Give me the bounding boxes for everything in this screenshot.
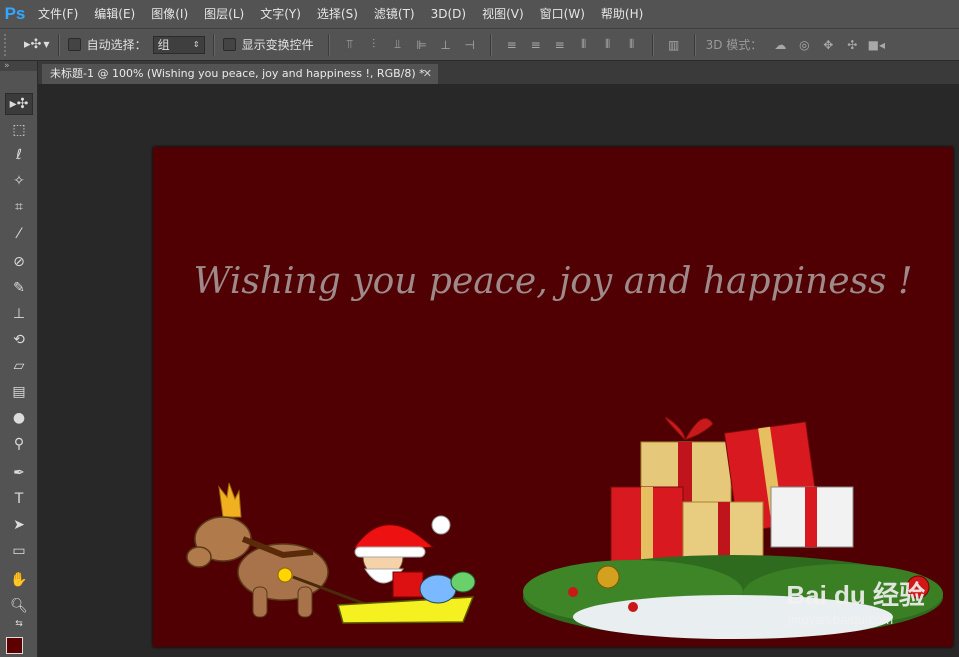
santa-sleigh-illustration [186, 482, 476, 624]
auto-select-dropdown[interactable]: 组 ⇕ [152, 35, 205, 54]
divider [489, 33, 492, 56]
divider [57, 33, 60, 56]
document-tab-strip: 未标题-1 @ 100% (Wishing you peace, joy and… [38, 61, 959, 84]
distribute-vcenter-icon[interactable]: ≡ [529, 38, 543, 52]
document-canvas[interactable]: Wishing you peace, joy and happiness ! B… [153, 147, 953, 647]
3d-roll-icon[interactable]: ◎ [797, 38, 811, 52]
zoom-tool-icon[interactable]: 🔍︎ [5, 595, 33, 617]
align-left-icon[interactable]: ⊫ [415, 38, 429, 52]
distribute-top-icon[interactable]: ≡ [505, 38, 519, 52]
pen-tool-icon[interactable]: ✒ [5, 462, 33, 484]
greeting-text: Wishing you peace, joy and happiness ! [193, 261, 913, 302]
divider [327, 33, 330, 56]
tool-preset-picker[interactable]: ▸✣ ▼ [24, 37, 50, 52]
menu-filter[interactable]: 滤镜(T) [366, 0, 423, 28]
options-bar: ▸✣ ▼ 自动选择： 组 ⇕ 显示变换控件 ⫪ ⫶ ⫫ ⊫ ⊥ ⊣ ≡ ≡ ≡ … [0, 28, 959, 61]
history-brush-icon[interactable]: ⟲ [5, 329, 33, 351]
align-top-icon[interactable]: ⫪ [343, 37, 357, 52]
align-right-icon[interactable]: ⊣ [463, 38, 477, 52]
close-icon[interactable]: ✕ [423, 64, 432, 84]
auto-select-label: 自动选择： [86, 38, 147, 52]
marquee-tool-icon[interactable]: ⬚ [5, 119, 33, 141]
document-tab-title: 未标题-1 @ 100% (Wishing you peace, joy and… [50, 67, 425, 80]
rectangle-tool-icon[interactable]: ▭ [5, 540, 33, 562]
type-tool-icon[interactable]: T [5, 488, 33, 510]
distribute-hcenter-icon[interactable]: ⦀ [601, 37, 615, 52]
auto-select-value: 组 [157, 38, 170, 52]
menu-image[interactable]: 图像(I) [143, 0, 196, 28]
3d-rotate-icon[interactable]: ☁ [773, 38, 787, 52]
document-tab[interactable]: 未标题-1 @ 100% (Wishing you peace, joy and… [42, 64, 438, 84]
blur-tool-icon[interactable]: ● [5, 407, 33, 429]
distribute-bottom-icon[interactable]: ≡ [553, 38, 567, 52]
menu-file[interactable]: 文件(F) [30, 0, 86, 28]
foreground-color-swatch[interactable] [6, 637, 23, 654]
brush-tool-icon[interactable]: ✎ [5, 277, 33, 299]
align-bottom-icon[interactable]: ⫫ [391, 37, 405, 52]
menu-3d[interactable]: 3D(D) [423, 0, 474, 28]
menu-view[interactable]: 视图(V) [474, 0, 532, 28]
options-grip[interactable] [4, 33, 12, 56]
eraser-tool-icon[interactable]: ▱ [5, 355, 33, 377]
auto-align-icon[interactable]: ▥ [667, 38, 681, 52]
3d-pan-icon[interactable]: ✥ [821, 38, 835, 52]
menu-select[interactable]: 选择(S) [309, 0, 366, 28]
chevron-down-icon: ▼ [43, 40, 50, 49]
gradient-tool-icon[interactable]: ▤ [5, 381, 33, 403]
swap-colors-icon[interactable]: ⇆ [5, 617, 33, 631]
path-select-icon[interactable]: ➤ [5, 514, 33, 536]
divider [693, 33, 696, 56]
baidu-watermark: Bai du 经验 jingyan.baidu.com [786, 575, 925, 627]
updown-arrow-icon: ⇕ [192, 40, 200, 49]
baidu-logo: Bai du 经验 [786, 580, 925, 610]
dodge-tool-icon[interactable]: ⚲ [5, 433, 33, 455]
show-transform-checkbox[interactable] [222, 38, 236, 51]
move-tool-icon: ▸✣ [24, 37, 42, 52]
distribute-right-icon[interactable]: ⦀ [625, 37, 639, 52]
3d-slide-icon[interactable]: ✣ [845, 38, 859, 52]
divider [651, 33, 654, 56]
3d-scale-icon[interactable]: ■◂ [868, 38, 885, 52]
hand-tool-icon[interactable]: ✋ [5, 569, 33, 591]
menu-edit[interactable]: 编辑(E) [86, 0, 143, 28]
auto-select-checkbox[interactable] [67, 38, 81, 51]
menu-type[interactable]: 文字(Y) [252, 0, 309, 28]
clone-stamp-icon[interactable]: ⊥ [5, 303, 33, 325]
eyedropper-icon[interactable]: ⁄ [5, 223, 33, 245]
panel-collapse-icon[interactable]: » [0, 61, 37, 71]
3d-mode-label: 3D 模式： [705, 38, 763, 52]
align-vcenter-icon[interactable]: ⫶ [367, 37, 381, 52]
menu-window[interactable]: 窗口(W) [532, 0, 593, 28]
menu-bar: Ps 文件(F) 编辑(E) 图像(I) 图层(L) 文字(Y) 选择(S) 滤… [0, 0, 959, 28]
photoshop-logo: Ps [4, 4, 26, 23]
lasso-tool-icon[interactable]: ℓ [5, 144, 33, 166]
align-hcenter-icon[interactable]: ⊥ [439, 38, 453, 52]
baidu-url: jingyan.baidu.com [788, 612, 894, 627]
menu-layer[interactable]: 图层(L) [196, 0, 252, 28]
magic-wand-icon[interactable]: ✧ [5, 170, 33, 192]
show-transform-label: 显示变换控件 [241, 38, 314, 52]
move-tool-icon[interactable]: ▸✣ [5, 93, 33, 115]
menu-help[interactable]: 帮助(H) [593, 0, 651, 28]
distribute-left-icon[interactable]: ⦀ [577, 37, 591, 52]
tools-panel: » ▸✣ ⬚ ℓ ✧ ⌗ ⁄ ⊘ ✎ ⊥ ⟲ ▱ ▤ ● ⚲ ✒ T ➤ ▭ ✋… [0, 61, 38, 657]
healing-brush-icon[interactable]: ⊘ [5, 251, 33, 273]
crop-tool-icon[interactable]: ⌗ [5, 196, 33, 218]
divider [212, 33, 215, 56]
